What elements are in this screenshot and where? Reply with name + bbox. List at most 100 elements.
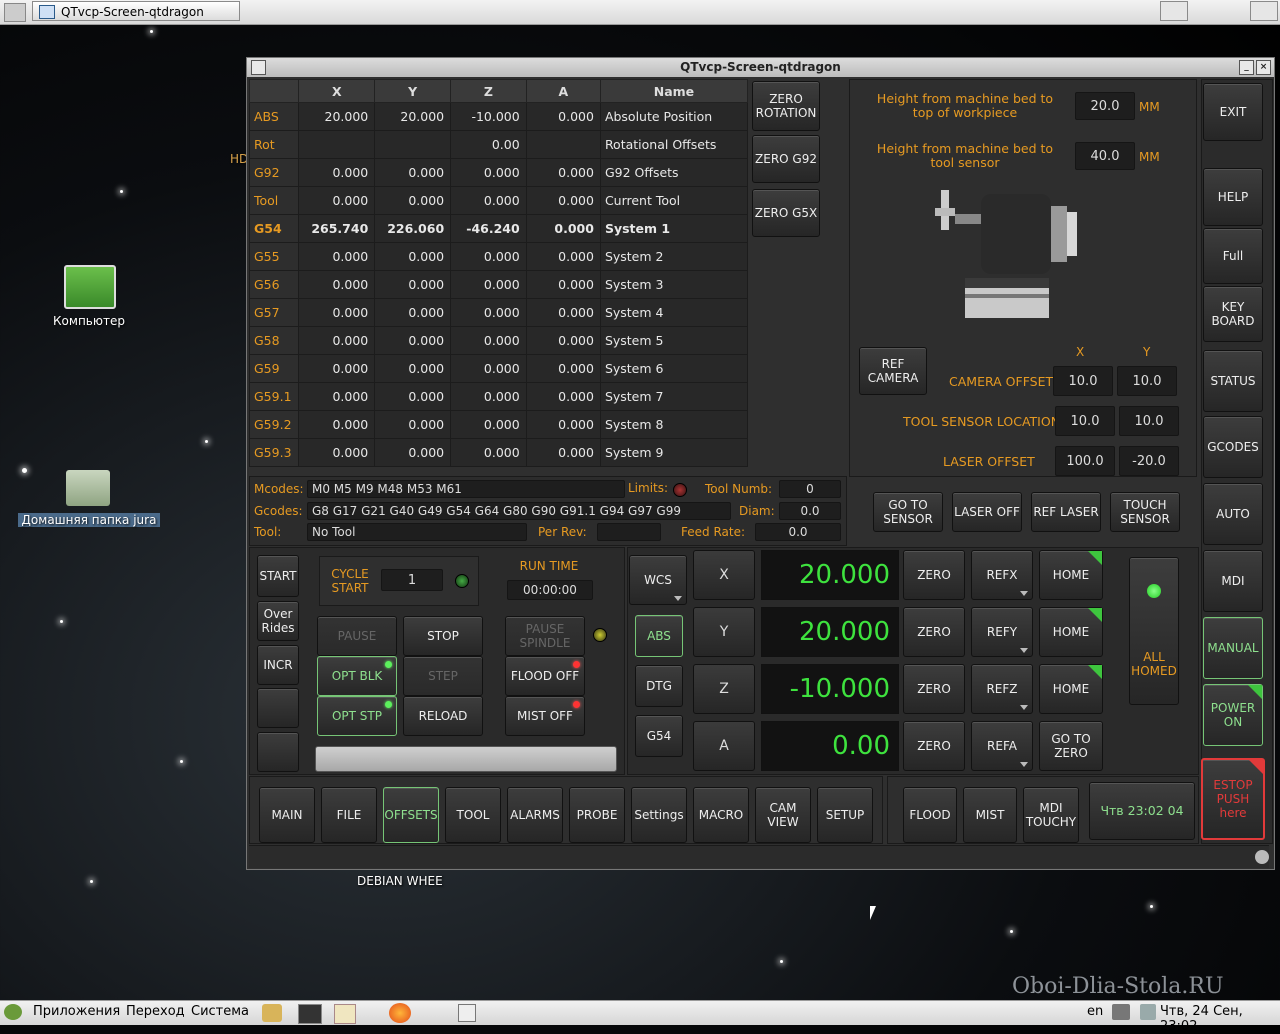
offset-value-cell[interactable]: 0.000 [374,326,452,355]
table-row[interactable]: G59.2 0.000 0.000 0.000 0.000 System 8 [248,410,749,439]
offset-value-cell[interactable] [374,130,452,159]
go-to-zero-button[interactable]: GO TO ZERO [1039,721,1103,771]
step-button[interactable]: STEP [403,656,483,696]
wcs-button[interactable]: WCS [629,555,687,605]
offset-value-cell[interactable]: 0.000 [525,382,601,411]
offset-value-cell[interactable]: 0.000 [525,326,601,355]
offset-value-cell[interactable]: 0.000 [450,438,527,467]
offset-value-cell[interactable]: 0.000 [374,298,452,327]
manual-button[interactable]: MANUAL [1203,617,1263,679]
ref-a-button[interactable]: REFA [971,721,1033,771]
flood-button[interactable]: FLOOD [903,787,957,843]
offset-value-cell[interactable]: 0.000 [374,158,452,187]
table-row[interactable]: G57 0.000 0.000 0.000 0.000 System 4 [248,298,749,327]
opt-blk-button[interactable]: OPT BLK [317,656,397,696]
auto-button[interactable]: AUTO [1203,483,1263,545]
offset-value-cell[interactable]: 0.000 [450,158,527,187]
offset-name-cell[interactable]: Current Tool [599,186,749,215]
camera-offset-x-input[interactable]: 10.0 [1053,366,1113,396]
camera-offset-y-input[interactable]: 10.0 [1117,366,1177,396]
zero-g92-button[interactable]: ZERO G92 [752,135,820,183]
network-icon[interactable] [1140,1004,1156,1020]
table-row[interactable]: Tool 0.000 0.000 0.000 0.000 Current Tool [248,186,749,215]
offset-name-cell[interactable]: System 5 [599,326,749,355]
cycle-start-button[interactable]: CYCLE START [327,567,373,595]
offset-value-cell[interactable]: -10.000 [450,102,527,131]
offset-value-cell[interactable]: 20.000 [374,102,452,131]
offset-value-cell[interactable]: 265.740 [298,214,376,243]
start-button[interactable]: START [257,555,299,597]
offset-value-cell[interactable]: 0.000 [298,410,376,439]
offset-value-cell[interactable]: 0.000 [525,438,601,467]
offset-name-cell[interactable]: System 7 [599,382,749,411]
offset-value-cell[interactable]: 0.000 [525,242,601,271]
offset-name-cell[interactable]: G92 Offsets [599,158,749,187]
offset-value-cell[interactable]: 0.000 [450,242,527,271]
offset-value-cell[interactable]: 0.000 [450,298,527,327]
ref-camera-button[interactable]: REF CAMERA [859,347,927,395]
workspace-switcher[interactable] [1160,1,1188,21]
ref-laser-button[interactable]: REF LASER [1031,492,1101,532]
dtg-button[interactable]: DTG [635,665,683,707]
cycle-count-input[interactable]: 1 [381,569,443,591]
column-header[interactable]: X [298,79,376,103]
close-icon[interactable]: × [1256,60,1271,75]
offset-value-cell[interactable]: 0.000 [450,270,527,299]
opt-stp-button[interactable]: OPT STP [317,696,397,736]
estop-button[interactable]: ESTOP PUSH here [1201,758,1265,840]
applications-menu[interactable]: Приложения [33,1004,120,1019]
blank-button-1[interactable] [257,688,299,728]
offset-value-cell[interactable]: 0.000 [298,298,376,327]
mdi-touchy-button[interactable]: MDI TOUCHY [1023,787,1079,843]
blank-button-2[interactable] [257,732,299,772]
tab-probe[interactable]: PROBE [569,787,625,843]
offset-value-cell[interactable]: 0.000 [525,410,601,439]
offset-value-cell[interactable]: 0.000 [374,438,452,467]
offset-value-cell[interactable]: 0.000 [298,382,376,411]
zero-y-button[interactable]: ZERO [903,607,965,657]
overrides-button[interactable]: Over Rides [257,601,299,641]
table-row[interactable]: G54 265.740 226.060 -46.240 0.000 System 1 [248,214,749,243]
tab-offsets[interactable]: OFFSETS [383,787,439,843]
offset-value-cell[interactable]: 0.000 [525,298,601,327]
ref-y-button[interactable]: REFY [971,607,1033,657]
offset-value-cell[interactable]: 0.000 [450,382,527,411]
offset-value-cell[interactable]: 0.000 [298,270,376,299]
offset-value-cell[interactable]: 226.060 [374,214,452,243]
mist-off-button[interactable]: MIST OFF [505,696,585,736]
column-header[interactable]: Y [374,79,452,103]
offset-value-cell[interactable]: 0.000 [298,186,376,215]
offset-value-cell[interactable]: 0.000 [374,270,452,299]
offset-name-cell[interactable]: System 6 [599,354,749,383]
keyboard-layout-indicator[interactable]: en [1087,1004,1103,1019]
g54-button[interactable]: G54 [635,715,683,757]
offset-name-cell[interactable]: System 4 [599,298,749,327]
home-z-button[interactable]: HOME [1039,664,1103,714]
offset-value-cell[interactable]: 0.000 [374,354,452,383]
pause-button[interactable]: PAUSE [317,616,397,656]
height-workpiece-input[interactable]: 20.0 [1075,92,1135,120]
tab-macro[interactable]: MACRO [693,787,749,843]
offset-value-cell[interactable]: 0.000 [525,158,601,187]
offset-value-cell[interactable]: 0.000 [374,186,452,215]
offset-name-cell[interactable]: Rotational Offsets [599,130,749,159]
offset-value-cell[interactable]: -46.240 [450,214,527,243]
places-menu[interactable]: Переход [126,1004,185,1019]
offset-value-cell[interactable]: 0.000 [374,382,452,411]
taskbar-window-button[interactable]: QTvcp-Screen-qtdragon [32,1,240,21]
tab-cam-view[interactable]: CAM VIEW [755,787,811,843]
offset-value-cell[interactable]: 0.000 [450,326,527,355]
tab-setup[interactable]: SETUP [817,787,873,843]
zero-rotation-button[interactable]: ZERO ROTATION [752,81,820,131]
table-row[interactable]: G55 0.000 0.000 0.000 0.000 System 2 [248,242,749,271]
table-row[interactable]: G56 0.000 0.000 0.000 0.000 System 3 [248,270,749,299]
editor-launcher-icon[interactable] [334,1004,356,1024]
offset-value-cell[interactable]: 0.000 [525,214,601,243]
laser-offset-x-input[interactable]: 100.0 [1055,446,1115,476]
stop-button[interactable]: STOP [403,616,483,656]
tool-sensor-x-input[interactable]: 10.0 [1055,406,1115,436]
help-button[interactable]: HELP [1203,168,1263,226]
system-menu[interactable]: Система [191,1004,249,1019]
offset-value-cell[interactable]: 0.000 [374,410,452,439]
offset-value-cell[interactable]: 0.00 [450,130,527,159]
